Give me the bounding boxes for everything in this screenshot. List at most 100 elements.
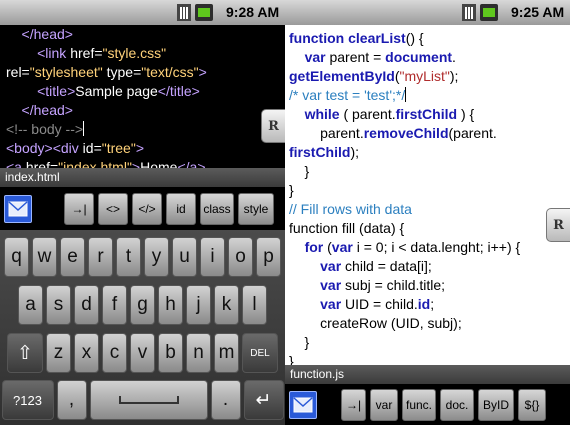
- insert-button-2[interactable]: func.: [402, 388, 436, 421]
- text-cursor: [405, 87, 407, 102]
- key-m[interactable]: m: [214, 333, 239, 373]
- side-menu-tab[interactable]: R: [261, 109, 285, 143]
- mail-icon[interactable]: [289, 390, 317, 419]
- symbols-key[interactable]: ?123: [1, 380, 54, 420]
- key-l[interactable]: l: [242, 285, 267, 325]
- insert-button-4[interactable]: class: [200, 192, 234, 225]
- key-a[interactable]: a: [18, 285, 43, 325]
- insert-button-2[interactable]: </>: [132, 192, 162, 225]
- code-line: </head>: [6, 101, 285, 120]
- code-line: }: [289, 162, 570, 181]
- code-token: "tree": [101, 140, 136, 156]
- key-s[interactable]: s: [46, 285, 71, 325]
- code-token: "text/css": [141, 64, 199, 80]
- key-k[interactable]: k: [214, 285, 239, 325]
- code-token: subj = child.title;: [345, 277, 446, 293]
- code-token: parent.: [289, 125, 364, 141]
- code-token: id: [417, 296, 431, 312]
- key-t[interactable]: t: [116, 237, 141, 277]
- code-token: var: [320, 296, 346, 312]
- code-line: }: [289, 181, 570, 200]
- code-token: while: [304, 106, 344, 122]
- code-token: Home: [140, 159, 178, 168]
- key-h[interactable]: h: [158, 285, 183, 325]
- code-line: parent.removeChild(parent.: [289, 124, 570, 143]
- code-token: );: [350, 144, 360, 160]
- code-token: parent =: [329, 49, 386, 65]
- signal-icon: [462, 4, 476, 21]
- filename: function.js: [290, 367, 345, 381]
- code-token: </a>: [177, 159, 206, 168]
- code-token: ( parent.: [343, 106, 396, 122]
- code-editor[interactable]: </head> <link href="style.css" rel="style…: [0, 25, 285, 168]
- filename-bar: index.html: [0, 168, 285, 187]
- code-line: <!-- body -->: [6, 120, 285, 139]
- code-line: </head>: [6, 25, 285, 44]
- code-editor[interactable]: function clearList() { var parent = docu…: [285, 25, 570, 365]
- code-token: (parent.: [448, 125, 497, 141]
- code-token: for: [304, 239, 328, 255]
- insert-button-1[interactable]: <>: [98, 192, 128, 225]
- key-z[interactable]: z: [46, 333, 71, 373]
- code-token: id=: [82, 140, 102, 156]
- code-token: "style.css": [102, 45, 167, 61]
- code-token: function: [289, 30, 349, 46]
- tag-toolbar: →| <> </> id class style: [0, 187, 285, 230]
- mail-icon[interactable]: [4, 194, 32, 223]
- code-token: function fill (data) {: [289, 220, 405, 236]
- key-d[interactable]: d: [74, 285, 99, 325]
- key-r[interactable]: r: [88, 237, 113, 277]
- delete-key[interactable]: DEL: [242, 333, 278, 373]
- code-token: var: [331, 239, 357, 255]
- key-v[interactable]: v: [130, 333, 155, 373]
- key-y[interactable]: y: [144, 237, 169, 277]
- insert-button-0[interactable]: →|: [64, 192, 94, 225]
- key-q[interactable]: q: [4, 237, 29, 277]
- code-token: }: [289, 182, 294, 198]
- insert-button-3[interactable]: doc.: [440, 388, 474, 421]
- key-f[interactable]: f: [102, 285, 127, 325]
- code-token: }: [289, 334, 310, 350]
- code-token: <a: [6, 159, 26, 168]
- status-time: 9:25 AM: [511, 4, 565, 20]
- battery-icon: [195, 4, 213, 21]
- insert-button-5[interactable]: ${}: [518, 388, 546, 421]
- shift-key[interactable]: ⇧: [7, 333, 43, 373]
- key-period[interactable]: .: [210, 380, 241, 420]
- insert-button-4[interactable]: ByID: [478, 388, 514, 421]
- enter-key[interactable]: ↵: [243, 380, 284, 420]
- code-token: /* var test = 'test';*/: [289, 87, 406, 103]
- code-token: createRow (UID, subj);: [289, 315, 462, 331]
- status-bar: 9:25 AM: [285, 0, 570, 25]
- code-token: rel=: [6, 64, 30, 80]
- key-c[interactable]: c: [102, 333, 127, 373]
- key-u[interactable]: u: [172, 237, 197, 277]
- insert-button-0[interactable]: →|: [341, 388, 366, 421]
- key-x[interactable]: x: [74, 333, 99, 373]
- key-o[interactable]: o: [228, 237, 253, 277]
- space-key[interactable]: [89, 380, 208, 420]
- key-i[interactable]: i: [200, 237, 225, 277]
- key-comma[interactable]: ,: [56, 380, 87, 420]
- key-p[interactable]: p: [256, 237, 281, 277]
- status-time: 9:28 AM: [226, 4, 280, 20]
- code-token: }: [289, 163, 310, 179]
- key-j[interactable]: j: [186, 285, 211, 325]
- insert-button-5[interactable]: style: [238, 192, 274, 225]
- insert-button-3[interactable]: id: [166, 192, 196, 225]
- code-token: type=: [102, 64, 142, 80]
- key-b[interactable]: b: [158, 333, 183, 373]
- code-token: firstChild: [395, 106, 458, 122]
- code-line: while ( parent.firstChild ) {: [289, 105, 570, 124]
- space-bar-icon: [118, 396, 179, 404]
- side-menu-tab[interactable]: R: [546, 208, 570, 242]
- code-token: firstChild: [289, 144, 351, 160]
- key-n[interactable]: n: [186, 333, 211, 373]
- insert-button-1[interactable]: var: [370, 388, 398, 421]
- key-g[interactable]: g: [130, 285, 155, 325]
- key-e[interactable]: e: [60, 237, 85, 277]
- key-w[interactable]: w: [32, 237, 57, 277]
- battery-icon: [480, 4, 498, 21]
